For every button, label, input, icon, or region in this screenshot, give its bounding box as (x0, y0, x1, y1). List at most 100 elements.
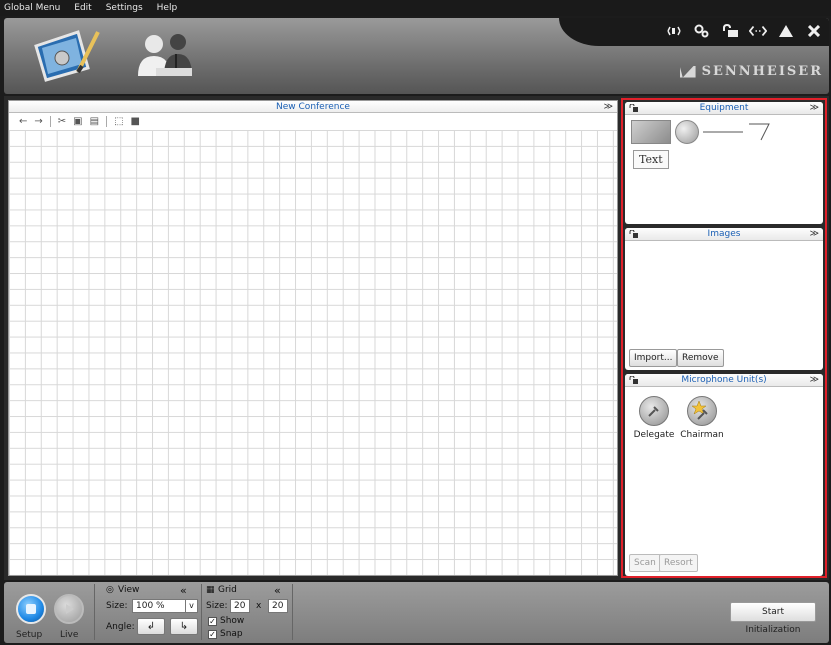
grid-size-label: Size: (206, 601, 228, 611)
divider (201, 584, 202, 640)
menu-edit[interactable]: Edit (74, 3, 91, 13)
images-title: Images (707, 229, 741, 239)
chairman-label: Chairman (680, 430, 724, 440)
images-collapse-icon[interactable]: ≫ (810, 228, 819, 241)
scan-button[interactable]: Scan (629, 554, 661, 572)
rotate-right-button[interactable]: ↳ (170, 618, 198, 635)
expand-icon[interactable] (749, 23, 767, 39)
speaker-icon[interactable] (665, 23, 683, 39)
conference-canvas-panel: New Conference ≫ ← → ✂ ▣ ▤ ⬚ ■ (8, 100, 618, 576)
text-element[interactable]: Text (633, 150, 669, 169)
images-pane: Images ≫ Import... Remove (625, 228, 823, 370)
grid-height-input[interactable]: 20 (268, 599, 288, 613)
redo-icon[interactable]: → (34, 116, 42, 127)
menu-settings[interactable]: Settings (106, 3, 143, 13)
circle-shape[interactable] (675, 120, 699, 144)
remove-button[interactable]: Remove (677, 349, 724, 367)
layout-grid[interactable] (9, 130, 617, 575)
canvas-toolbar: ← → ✂ ▣ ▤ ⬚ ■ (9, 113, 617, 129)
zoom-value: 100 % (136, 601, 165, 611)
setup-app-icon[interactable] (32, 26, 102, 85)
import-button[interactable]: Import... (629, 349, 678, 367)
resort-button[interactable]: Resort (659, 554, 698, 572)
grid-icon: ▦ (206, 585, 215, 595)
line-shape[interactable] (703, 120, 743, 144)
toolbar-separator (106, 115, 108, 127)
live-mode-button[interactable] (54, 594, 84, 624)
sennheiser-logo: SENNHEISER (679, 64, 823, 79)
images-header: Images ≫ (625, 228, 823, 241)
delegate-unit[interactable]: Delegate (629, 396, 679, 440)
equipment-collapse-icon[interactable]: ≫ (810, 102, 819, 115)
brand-mark-icon (679, 65, 696, 78)
play-icon (66, 604, 74, 614)
check-icon: ✓ (208, 630, 217, 639)
equipment-header: Equipment ≫ (625, 102, 823, 115)
canvas-collapse-icon[interactable]: ≫ (604, 101, 613, 113)
microphones-pane: Microphone Unit(s) ≫ Delegate Chairman S… (625, 374, 823, 576)
view-icon: ◎ (106, 585, 114, 595)
check-icon: ✓ (208, 617, 217, 626)
eject-icon[interactable] (777, 23, 795, 39)
conference-users-icon[interactable] (132, 32, 198, 83)
rectangle-shape[interactable] (631, 120, 671, 144)
arrange-icon[interactable]: ■ (131, 116, 140, 127)
angle-shape[interactable] (747, 120, 771, 144)
show-grid-checkbox[interactable]: ✓ Show (208, 616, 244, 626)
view-title: View (118, 585, 140, 595)
equipment-shapes (631, 120, 771, 144)
angle-label: Angle: (106, 622, 135, 632)
canvas-title: New Conference (276, 102, 350, 112)
zoom-select[interactable]: 100 % v (132, 599, 198, 613)
delegate-mic-icon (639, 396, 669, 426)
lock-icon[interactable] (629, 230, 638, 238)
canvas-title-bar: New Conference ≫ (9, 101, 617, 113)
equipment-pane: Equipment ≫ Text (625, 102, 823, 224)
stop-icon (26, 604, 36, 614)
main-area: New Conference ≫ ← → ✂ ▣ ▤ ⬚ ■ Equipment… (4, 96, 829, 580)
menu-bar: Global Menu Edit Settings Help (0, 0, 831, 16)
view-size-label: Size: (106, 601, 128, 611)
brand-name: SENNHEISER (701, 64, 823, 79)
grid-collapse-icon[interactable]: « (274, 584, 281, 597)
view-collapse-icon[interactable]: « (180, 584, 187, 597)
start-initialization-button[interactable]: Start Initialization (730, 602, 816, 635)
lock-icon[interactable] (629, 376, 638, 384)
paste-icon[interactable]: ▤ (90, 116, 99, 127)
undo-icon[interactable]: ← (19, 116, 27, 127)
chairman-mic-icon (687, 396, 717, 426)
chevron-down-icon[interactable]: v (185, 600, 197, 612)
microphones-collapse-icon[interactable]: ≫ (810, 374, 819, 387)
app-header: SENNHEISER (4, 18, 829, 94)
divider (94, 584, 95, 640)
cut-icon[interactable]: ✂ (58, 116, 66, 127)
grid-width-input[interactable]: 20 (230, 599, 250, 613)
close-icon[interactable] (805, 23, 823, 39)
snap-label: Snap (220, 629, 243, 639)
menu-global[interactable]: Global Menu (4, 3, 60, 13)
chairman-unit[interactable]: Chairman (677, 396, 727, 440)
setup-mode-button[interactable] (16, 594, 46, 624)
bottom-bar: Setup Live ◎ View « Size: 100 % v Angle:… (4, 582, 829, 643)
lock-icon[interactable] (629, 104, 638, 112)
grid-title: Grid (218, 585, 237, 595)
side-panels: Equipment ≫ Text Images ≫ Import... Remo… (621, 98, 827, 578)
toolbar-separator (49, 115, 51, 127)
rotate-left-button[interactable]: ↲ (137, 618, 165, 635)
setup-label: Setup (16, 630, 43, 640)
live-label: Live (60, 630, 79, 640)
microphones-title: Microphone Unit(s) (681, 375, 767, 385)
microphones-header: Microphone Unit(s) ≫ (625, 374, 823, 387)
select-all-icon[interactable]: ⬚ (114, 116, 123, 127)
delegate-label: Delegate (633, 430, 675, 440)
divider (292, 584, 293, 640)
header-icons (665, 23, 823, 39)
snap-grid-checkbox[interactable]: ✓ Snap (208, 629, 243, 639)
menu-help[interactable]: Help (157, 3, 178, 13)
settings-gears-icon[interactable] (693, 23, 711, 39)
show-label: Show (220, 616, 245, 626)
unlock-icon[interactable] (721, 23, 739, 39)
copy-icon[interactable]: ▣ (73, 116, 82, 127)
equipment-title: Equipment (699, 103, 749, 113)
grid-x-label: x (256, 601, 262, 611)
